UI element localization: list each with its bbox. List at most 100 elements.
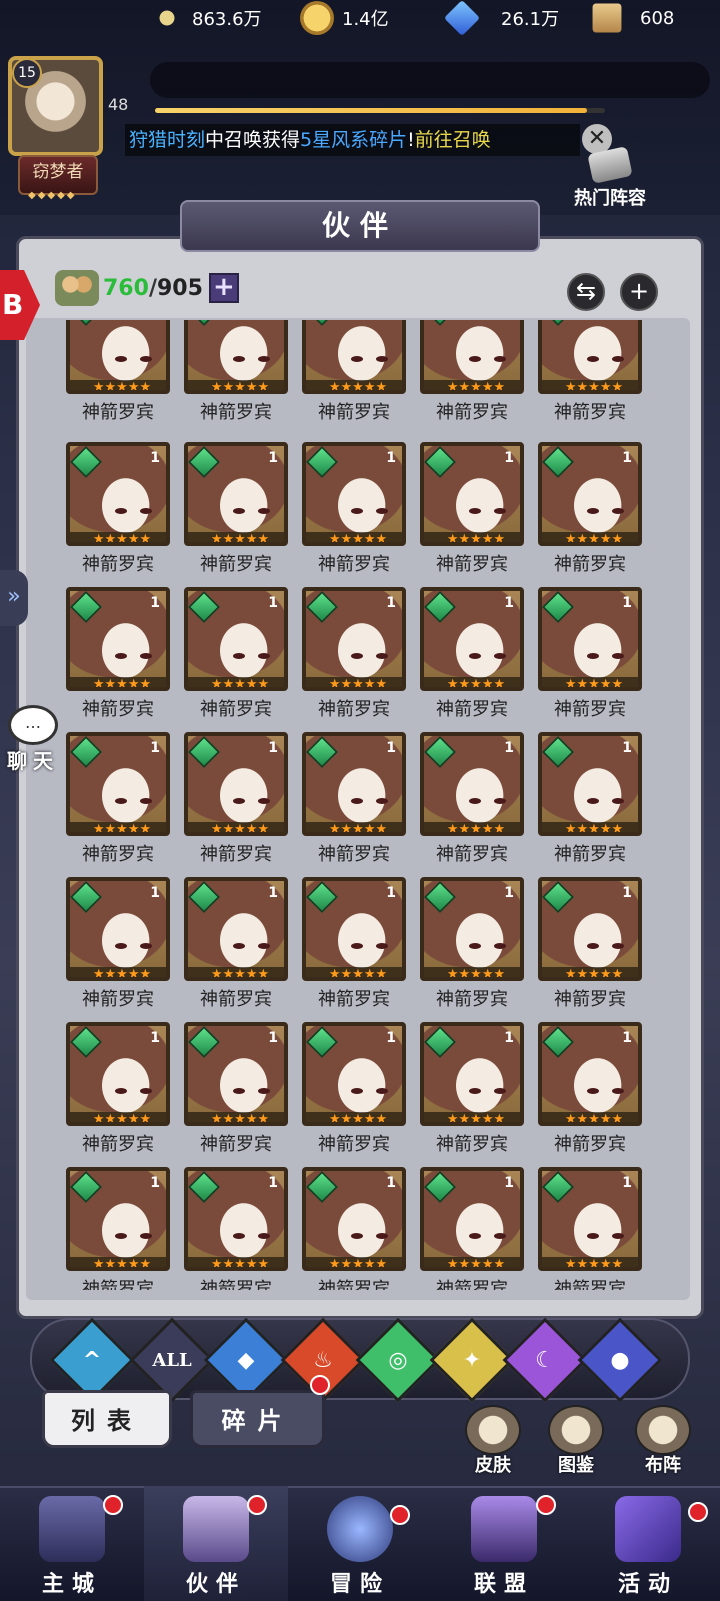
wind-element-icon — [542, 591, 574, 623]
hero-card[interactable]: 1★★★★★神箭罗宾 — [184, 1022, 288, 1162]
hero-card[interactable]: 1★★★★★神箭罗宾 — [302, 1167, 406, 1290]
hero-portrait: 1★★★★★ — [302, 320, 406, 394]
hero-stars: ★★★★★ — [188, 822, 284, 832]
hero-card[interactable]: 1★★★★★神箭罗宾 — [66, 1167, 170, 1290]
hero-card[interactable]: 1★★★★★神箭罗宾 — [184, 587, 288, 727]
xp-bar — [155, 108, 605, 113]
marquee-punct: ! — [407, 129, 415, 151]
hero-card[interactable]: 1★★★★★神箭罗宾 — [184, 1167, 288, 1290]
tab-fragments[interactable]: 碎片 — [190, 1390, 325, 1448]
hero-card[interactable]: 1★★★★★神箭罗宾 — [420, 442, 524, 582]
wind-element-icon — [188, 1171, 220, 1203]
hero-card[interactable]: 1★★★★★神箭罗宾 — [302, 1022, 406, 1162]
hero-card[interactable]: 1★★★★★神箭罗宾 — [538, 587, 642, 727]
hero-card[interactable]: 1★★★★★神箭罗宾 — [538, 1022, 642, 1162]
hero-stars: ★★★★★ — [424, 967, 520, 977]
nav-adventure-label: 冒险 — [329, 1571, 390, 1597]
hero-stars: ★★★★★ — [188, 1112, 284, 1122]
hero-portrait: 1★★★★★ — [420, 1022, 524, 1126]
gallery-button[interactable]: 图鉴 — [543, 1405, 609, 1476]
announcement-marquee[interactable]: 狩猎时刻中召唤获得5星风系碎片!前往召唤 — [125, 124, 580, 156]
hero-card[interactable]: 1★★★★★神箭罗宾 — [538, 732, 642, 872]
wind-element-icon — [424, 1026, 456, 1058]
hero-stars: ★★★★★ — [424, 677, 520, 687]
nav-adventure[interactable]: 冒险 — [288, 1486, 432, 1601]
wind-element-icon — [70, 736, 102, 768]
hot-lineup-button[interactable]: 热门阵容 — [560, 146, 660, 210]
hero-portrait: 1★★★★★ — [184, 877, 288, 981]
hero-card[interactable]: 1★★★★★神箭罗宾 — [184, 442, 288, 582]
wind-element-icon — [542, 1026, 574, 1058]
scroll-icon — [592, 3, 622, 33]
hero-card[interactable]: 1★★★★★神箭罗宾 — [302, 587, 406, 727]
hero-card[interactable]: 1★★★★★神箭罗宾 — [538, 1167, 642, 1290]
hero-card[interactable]: 1★★★★★神箭罗宾 — [302, 732, 406, 872]
resource-scroll[interactable]: 608 — [590, 0, 674, 36]
wind-element-icon — [188, 591, 220, 623]
chat-button[interactable]: … 聊天 — [2, 705, 64, 773]
hero-card[interactable]: 1★★★★★神箭罗宾 — [420, 587, 524, 727]
witch-hat-icon — [183, 1496, 249, 1562]
hero-stars: ★★★★★ — [188, 380, 284, 390]
hero-level: 1 — [268, 1030, 278, 1046]
hero-card[interactable]: 1★★★★★神箭罗宾 — [420, 877, 524, 1017]
resource-diamond[interactable]: 26.1万 — [443, 0, 560, 37]
expand-capacity-button[interactable]: + — [208, 273, 239, 303]
skins-button[interactable]: 皮肤 — [460, 1405, 526, 1476]
hero-card[interactable]: 1★★★★★神箭罗宾 — [420, 1022, 524, 1162]
hero-portrait: 1★★★★★ — [184, 587, 288, 691]
hero-card[interactable]: 1★★★★★神箭罗宾 — [420, 732, 524, 872]
wind-element-icon — [306, 1171, 338, 1203]
heroes-icon — [55, 270, 99, 306]
player-title[interactable]: 窃梦者 — [18, 155, 98, 195]
compass-icon — [327, 1496, 393, 1562]
hero-card[interactable]: 1★★★★★神箭罗宾 — [66, 320, 170, 430]
hero-card[interactable]: 1★★★★★神箭罗宾 — [302, 442, 406, 582]
sword-icon — [150, 1, 184, 35]
hero-card[interactable]: 1★★★★★神箭罗宾 — [66, 442, 170, 582]
resource-gold[interactable]: 1.4亿 — [300, 0, 389, 36]
hero-card[interactable]: 1★★★★★神箭罗宾 — [538, 442, 642, 582]
hero-level: 1 — [386, 450, 396, 466]
hero-card[interactable]: 1★★★★★神箭罗宾 — [66, 587, 170, 727]
hero-card[interactable]: 1★★★★★神箭罗宾 — [66, 1022, 170, 1162]
hero-card[interactable]: 1★★★★★神箭罗宾 — [538, 877, 642, 1017]
hero-level: 1 — [386, 1030, 396, 1046]
hero-card[interactable]: 1★★★★★神箭罗宾 — [66, 732, 170, 872]
hero-card[interactable]: 1★★★★★神箭罗宾 — [420, 1167, 524, 1290]
hero-name: 神箭罗宾 — [200, 554, 272, 575]
wind-element-icon — [424, 1171, 456, 1203]
hero-stars: ★★★★★ — [70, 380, 166, 390]
marquee-link[interactable]: 前往召唤 — [415, 129, 491, 151]
resource-power[interactable]: 863.6万 — [150, 0, 262, 36]
hero-card[interactable]: 1★★★★★神箭罗宾 — [420, 320, 524, 430]
hero-card[interactable]: 1★★★★★神箭罗宾 — [302, 877, 406, 1017]
partners-notification-dot — [247, 1495, 267, 1515]
water-drop-icon: ◆ — [237, 1347, 255, 1373]
hero-stars: ★★★★★ — [424, 380, 520, 390]
hero-name: 神箭罗宾 — [554, 1279, 626, 1290]
expand-arrow-icon[interactable]: » — [0, 570, 28, 626]
swap-button[interactable]: ⇆ — [567, 273, 605, 311]
lineup-button[interactable]: 布阵 — [630, 1405, 696, 1476]
marquee-event: 狩猎时刻 — [129, 129, 206, 151]
wind-element-icon — [70, 1171, 102, 1203]
hero-level: 1 — [268, 1175, 278, 1191]
hero-level: 1 — [622, 450, 632, 466]
hero-card[interactable]: 1★★★★★神箭罗宾 — [538, 320, 642, 430]
diamond-value: 26.1万 — [501, 9, 560, 30]
tab-list[interactable]: 列表 — [42, 1390, 172, 1448]
hero-name: 神箭罗宾 — [436, 1279, 508, 1290]
shield-icon — [471, 1496, 537, 1562]
hero-card[interactable]: 1★★★★★神箭罗宾 — [184, 320, 288, 430]
add-button[interactable]: + — [620, 273, 658, 311]
hero-stars: ★★★★★ — [306, 822, 402, 832]
hero-level: 1 — [386, 885, 396, 901]
hero-card[interactable]: 1★★★★★神箭罗宾 — [184, 732, 288, 872]
hero-card[interactable]: 1★★★★★神箭罗宾 — [302, 320, 406, 430]
hero-card[interactable]: 1★★★★★神箭罗宾 — [66, 877, 170, 1017]
hero-stars: ★★★★★ — [70, 967, 166, 977]
hero-name: 神箭罗宾 — [318, 989, 390, 1010]
hero-stars: ★★★★★ — [70, 1257, 166, 1267]
hero-card[interactable]: 1★★★★★神箭罗宾 — [184, 877, 288, 1017]
